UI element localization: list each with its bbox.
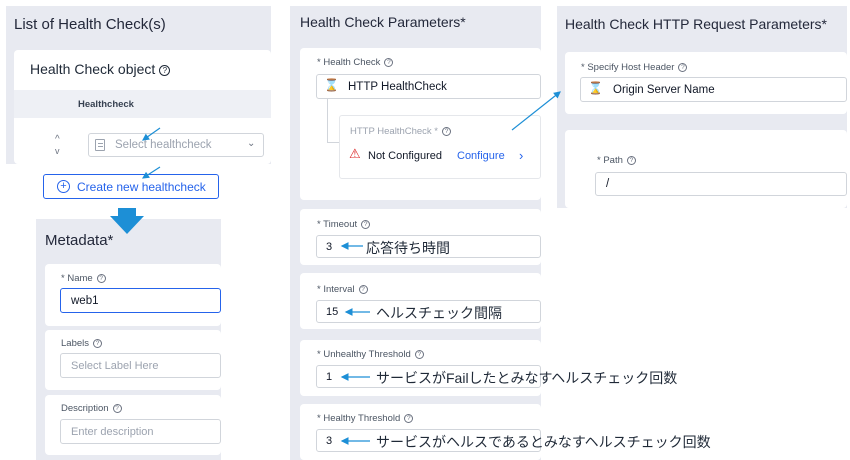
column-header-healthcheck: Healthcheck xyxy=(78,99,134,110)
timeout-label-text: * Timeout xyxy=(317,219,358,230)
path-input-value: / xyxy=(606,178,610,190)
timeout-annotation: 応答待ち時間 xyxy=(366,240,450,256)
healthcheck-select[interactable]: Select healthcheck ⌄ xyxy=(88,133,264,157)
labels-label: Labels? xyxy=(61,338,102,349)
health-check-parameters-title-text: Health Check Parameters xyxy=(300,14,461,30)
path-label: * Path? xyxy=(597,155,636,166)
help-icon[interactable]: ? xyxy=(404,413,414,423)
labels-input-placeholder: Select Label Here xyxy=(71,360,159,372)
required-mark: * xyxy=(460,14,466,30)
description-label-text: Description xyxy=(61,403,109,414)
name-input[interactable]: web1 xyxy=(60,288,221,313)
timeout-input-value: 3 xyxy=(326,241,333,253)
path-label-text: * Path xyxy=(597,155,623,166)
health-check-list-title: List of Health Check(s) xyxy=(14,16,166,33)
labels-label-text: Labels xyxy=(61,338,89,349)
host-header-label-text: * Specify Host Header xyxy=(581,62,675,73)
chevron-right-icon[interactable]: › xyxy=(519,148,523,163)
metadata-title: Metadata* xyxy=(45,232,113,249)
host-header-select[interactable]: ⌛ Origin Server Name xyxy=(580,77,847,102)
name-label-text: * Name xyxy=(61,273,93,284)
interval-annotation: ヘルスチェック間隔 xyxy=(376,305,502,321)
status-text: Not Configured xyxy=(368,150,442,162)
help-icon[interactable]: ? xyxy=(96,273,106,283)
unhealthy-threshold-input-value: 1 xyxy=(326,371,333,383)
healthcheck-select-placeholder: Select healthcheck xyxy=(115,139,212,151)
healthy-threshold-label-text: * Healthy Threshold xyxy=(317,413,401,424)
healthy-threshold-label: * Healthy Threshold? xyxy=(317,413,414,424)
description-input[interactable]: Enter description xyxy=(60,419,221,444)
healthy-threshold-annotation: サービスがヘルスであるとみなすヘルスチェック回数 xyxy=(376,434,711,450)
help-icon[interactable]: ? xyxy=(442,126,451,136)
configure-link[interactable]: Configure xyxy=(457,150,505,162)
http-healthcheck-sublabel-text: HTTP HealthCheck * xyxy=(350,126,438,137)
help-icon[interactable]: ? xyxy=(361,219,371,229)
path-input[interactable]: / xyxy=(595,172,847,196)
metadata-title-text: Metadata xyxy=(45,232,108,249)
health-check-label: * Health Check? xyxy=(317,57,394,68)
healthy-threshold-input-value: 3 xyxy=(326,435,333,447)
tree-connector xyxy=(327,99,339,143)
health-check-label-text: * Health Check xyxy=(317,57,381,68)
required-mark: * xyxy=(821,16,827,32)
create-new-healthcheck-label: Create new healthcheck xyxy=(77,180,206,194)
help-icon[interactable]: ? xyxy=(626,155,636,165)
help-icon[interactable]: ? xyxy=(358,284,368,294)
plus-circle-icon: + xyxy=(57,180,70,193)
create-new-healthcheck-button[interactable]: + Create new healthcheck xyxy=(43,174,219,199)
timeout-label: * Timeout? xyxy=(317,219,371,230)
host-header-value: Origin Server Name xyxy=(613,84,715,96)
help-icon[interactable]: ? xyxy=(93,338,102,348)
health-check-object-title-text: Health Check object xyxy=(30,61,156,77)
description-label: Description? xyxy=(61,403,122,414)
metadata-required-mark: * xyxy=(107,232,114,249)
health-check-object-title: Health Check object? xyxy=(30,61,171,77)
warning-icon: ⚠ xyxy=(349,146,361,161)
sort-down-icon[interactable]: v xyxy=(55,146,60,156)
labels-input[interactable]: Select Label Here xyxy=(60,353,221,378)
network-icon: ⌛ xyxy=(324,78,339,92)
document-icon xyxy=(95,139,105,151)
sort-up-icon[interactable]: ^ xyxy=(55,134,60,145)
http-healthcheck-subcard xyxy=(339,115,541,179)
unhealthy-threshold-label: * Unhealthy Threshold? xyxy=(317,349,424,360)
host-header-label: * Specify Host Header? xyxy=(581,62,688,73)
interval-input-value: 15 xyxy=(326,306,339,318)
name-input-value: web1 xyxy=(71,295,99,307)
help-icon[interactable]: ? xyxy=(384,57,394,67)
name-label: * Name? xyxy=(61,273,106,284)
network-icon: ⌛ xyxy=(588,81,603,95)
health-check-select-value: HTTP HealthCheck xyxy=(348,81,447,93)
description-input-placeholder: Enter description xyxy=(71,426,154,438)
help-icon[interactable]: ? xyxy=(159,64,171,76)
health-check-parameters-title: Health Check Parameters* xyxy=(300,14,466,30)
unhealthy-threshold-label-text: * Unhealthy Threshold xyxy=(317,349,411,360)
help-icon[interactable]: ? xyxy=(678,62,688,72)
interval-label-text: * Interval xyxy=(317,284,355,295)
chevron-down-icon: ⌄ xyxy=(247,138,256,149)
interval-label: * Interval? xyxy=(317,284,368,295)
health-check-select[interactable]: ⌛ HTTP HealthCheck xyxy=(316,74,541,99)
http-healthcheck-sublabel: HTTP HealthCheck *? xyxy=(350,126,451,137)
help-icon[interactable]: ? xyxy=(112,403,122,413)
path-card xyxy=(565,130,847,208)
help-icon[interactable]: ? xyxy=(414,349,424,359)
table-header xyxy=(14,90,271,118)
http-request-parameters-title: Health Check HTTP Request Parameters* xyxy=(565,16,827,32)
unhealthy-threshold-annotation: サービスがFailしたとみなすヘルスチェック回数 xyxy=(376,370,678,386)
http-request-parameters-title-text: Health Check HTTP Request Parameters xyxy=(565,16,822,32)
